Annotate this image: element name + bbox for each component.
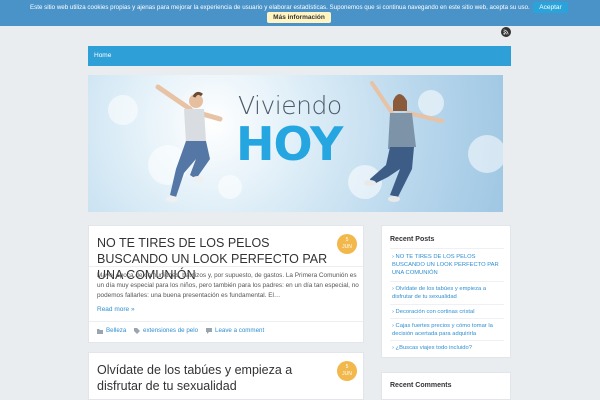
recent-post-label: Decoración con cortinas cristal (395, 309, 475, 315)
post-comment-link[interactable]: Leave a comment (206, 327, 264, 334)
cookie-accept-button[interactable]: Aceptar (533, 2, 568, 13)
post-divider (89, 266, 363, 267)
recent-post-label: Cajas fuertes precios y cómo tomar la de… (392, 323, 493, 337)
post-title[interactable]: Olvídate de los tabúes y empieza a disfr… (97, 362, 329, 394)
post-date-month: JUN (342, 244, 352, 250)
post-category-link[interactable]: Belleza (97, 327, 126, 334)
post-tag-label: extensiones de pelo (143, 327, 199, 334)
recent-post-label: Olvídate de los tabúes y empieza a disfr… (392, 286, 487, 300)
folder-icon (97, 328, 103, 334)
recent-post-link[interactable]: › Olvídate de los tabúes y empieza a dis… (392, 285, 507, 301)
recent-post-link[interactable]: › Cajas fuertes precios y cómo tomar la … (392, 322, 507, 338)
read-more-link[interactable]: Read more » (97, 306, 135, 313)
post-date-day: 5 (345, 237, 349, 243)
post-date-month: JUN (342, 371, 352, 377)
widget-divider (390, 304, 504, 305)
header-banner[interactable]: Viviendo HOY (88, 75, 503, 212)
post-date-badge: 5 JUN (337, 361, 357, 381)
post-category-label: Belleza (106, 327, 127, 334)
post-date-badge: 5 JUN (337, 234, 357, 254)
jumping-man-image (155, 84, 223, 202)
post-tag-link[interactable]: extensiones de pelo (134, 327, 198, 334)
recent-comments-widget: Recent Comments (381, 372, 511, 400)
recent-posts-widget: Recent Posts › NO TE TIRES DE LOS PELOS … (381, 225, 511, 358)
cookie-bar: Este sitio web utiliza cookies propias y… (0, 0, 600, 26)
widget-divider (390, 281, 504, 282)
widget-title: Recent Comments (390, 382, 452, 389)
post-excerpt: Mayo, época de comuniones, bautizos y, p… (97, 272, 359, 300)
recent-post-label: ¿Buscas viajes todo incluido? (395, 345, 472, 351)
widget-title: Recent Posts (390, 236, 435, 243)
recent-post-link[interactable]: › ¿Buscas viajes todo incluido? (392, 344, 507, 352)
rss-icon[interactable] (501, 27, 511, 37)
main-navigation: Home (88, 46, 511, 66)
cookie-message: Este sitio web utiliza cookies propias y… (30, 4, 530, 11)
post-comment-label: Leave a comment (215, 327, 265, 334)
cookie-more-info-button[interactable]: Más información (267, 12, 331, 23)
widget-divider (390, 318, 504, 319)
post-card: Olvídate de los tabúes y empieza a disfr… (88, 352, 364, 400)
post-divider (89, 321, 363, 322)
nav-item-home[interactable]: Home (94, 52, 111, 59)
tag-icon (134, 327, 140, 334)
recent-post-label: NO TE TIRES DE LOS PELOS BUSCANDO UN LOO… (392, 254, 499, 276)
post-card: NO TE TIRES DE LOS PELOS BUSCANDO UN LOO… (88, 225, 364, 343)
widget-divider (390, 248, 504, 249)
recent-post-link[interactable]: › NO TE TIRES DE LOS PELOS BUSCANDO UN L… (392, 253, 507, 277)
banner-title-line2: HOY (236, 117, 343, 171)
widget-divider (390, 340, 504, 341)
post-date-day: 5 (345, 364, 349, 370)
recent-post-link[interactable]: › Decoración con cortinas cristal (392, 308, 507, 316)
jumping-woman-image (364, 81, 444, 202)
comment-icon (206, 327, 212, 334)
banner-title-line1: Viviendo (238, 91, 342, 120)
